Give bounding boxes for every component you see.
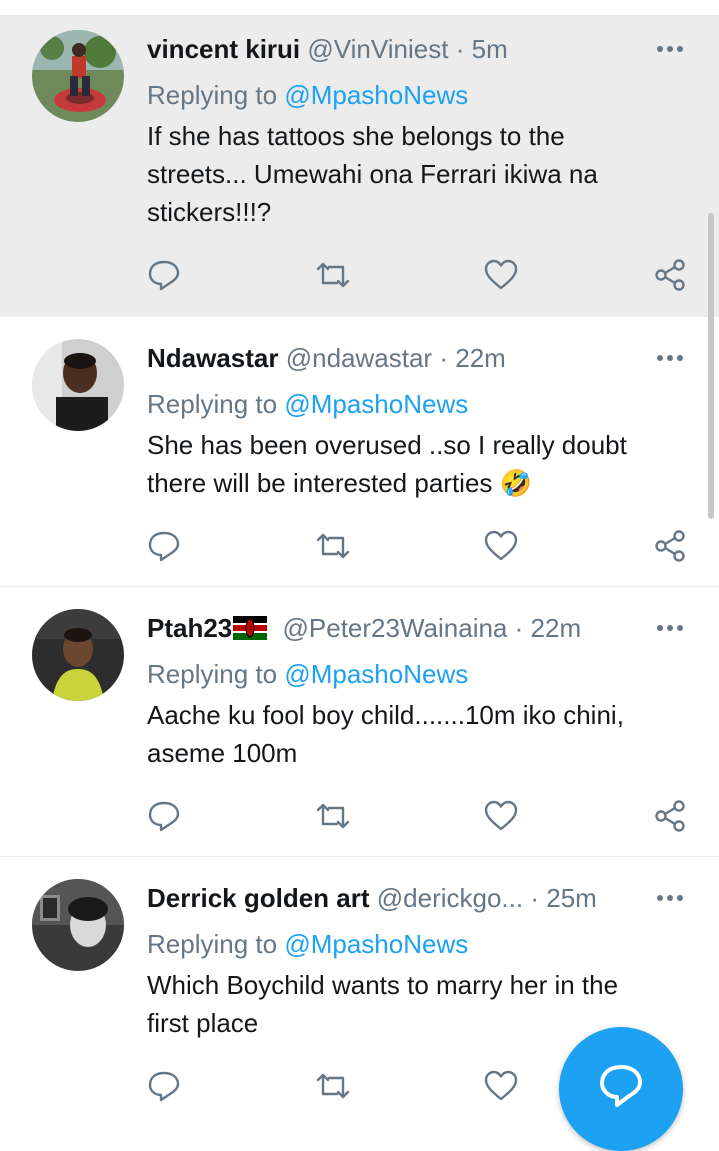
compose-icon [600, 1065, 642, 1107]
tweet-card[interactable]: vincent kirui @VinViniest · 5m Replying … [0, 16, 719, 317]
tweet-text: If she has tattoos she belongs to the st… [147, 117, 692, 231]
more-dots-icon[interactable] [650, 883, 690, 913]
heart-icon[interactable] [483, 257, 519, 293]
mention-link[interactable]: @MpashoNews [284, 929, 468, 959]
replying-to: Replying to @MpashoNews [147, 78, 468, 112]
share-icon[interactable] [652, 257, 688, 293]
timestamp[interactable]: 22m [531, 613, 582, 643]
tweet-text-line: She has been overused ..so I really doub… [147, 430, 627, 460]
display-name[interactable]: Ptah23 [147, 613, 232, 643]
kenya-flag-icon [233, 614, 268, 648]
tweet-text-line: there will be interested parties 🤣 [147, 468, 532, 498]
mention-link[interactable]: @MpashoNews [284, 80, 468, 110]
tweet-text-line: Aache ku fool boy child.......10m iko ch… [147, 700, 624, 730]
reply-icon[interactable] [146, 528, 182, 564]
top-divider [0, 0, 719, 16]
separator: · [530, 883, 539, 913]
tweet-card[interactable]: Ndawastar @ndawastar · 22m Replying to @… [0, 317, 719, 587]
tweet-header: Ptah23 @Peter23Wainaina · 22m [147, 611, 581, 645]
reply-icon[interactable] [146, 798, 182, 834]
display-name[interactable]: Derrick golden art [147, 883, 370, 913]
more-dots-icon[interactable] [650, 343, 690, 373]
tweet-header: Derrick golden art @derickgo... · 25m [147, 881, 597, 915]
username[interactable]: @ndawastar [286, 343, 432, 373]
more-dots-icon[interactable] [650, 613, 690, 643]
timestamp[interactable]: 22m [455, 343, 506, 373]
replying-to: Replying to @MpashoNews [147, 387, 468, 421]
compose-button[interactable] [559, 1027, 683, 1151]
tweet-text-line: If she has tattoos she belongs to the [147, 121, 565, 151]
replying-prefix: Replying to [147, 659, 278, 689]
retweet-icon[interactable] [315, 257, 351, 293]
separator: · [514, 613, 524, 643]
tweet-actions [0, 257, 719, 293]
reply-icon[interactable] [146, 257, 182, 293]
avatar[interactable] [32, 339, 124, 431]
mention-link[interactable]: @MpashoNews [284, 389, 468, 419]
heart-icon[interactable] [483, 1068, 519, 1104]
separator: · [455, 34, 465, 64]
scrollbar[interactable] [708, 213, 714, 519]
separator: · [439, 343, 448, 373]
tweet-text-line: stickers!!!? [147, 197, 272, 227]
timestamp[interactable]: 5m [472, 34, 508, 64]
retweet-icon[interactable] [315, 798, 351, 834]
share-icon[interactable] [652, 798, 688, 834]
avatar[interactable] [32, 30, 124, 122]
tweet-text-line: streets... Umewahi ona Ferrari ikiwa na [147, 159, 598, 189]
avatar[interactable] [32, 609, 124, 701]
replying-prefix: Replying to [147, 929, 278, 959]
replying-to: Replying to @MpashoNews [147, 927, 468, 961]
avatar[interactable] [32, 879, 124, 971]
reply-icon[interactable] [146, 1068, 182, 1104]
tweet-text: She has been overused ..so I really doub… [147, 426, 692, 502]
username[interactable]: @derickgo... [377, 883, 523, 913]
timestamp[interactable]: 25m [546, 883, 597, 913]
username[interactable]: @VinViniest [307, 34, 448, 64]
tweet-text: Aache ku fool boy child.......10m iko ch… [147, 696, 692, 772]
heart-icon[interactable] [483, 528, 519, 564]
display-name[interactable]: Ndawastar [147, 343, 279, 373]
display-name[interactable]: vincent kirui [147, 34, 300, 64]
share-icon[interactable] [652, 528, 688, 564]
retweet-icon[interactable] [315, 528, 351, 564]
retweet-icon[interactable] [315, 1068, 351, 1104]
replying-prefix: Replying to [147, 389, 278, 419]
tweet-text-line: Which Boychild wants to marry her in the [147, 970, 619, 1000]
replying-prefix: Replying to [147, 80, 278, 110]
tweet-header: vincent kirui @VinViniest · 5m [147, 32, 508, 66]
tweet-actions [0, 528, 719, 564]
reply-feed: vincent kirui @VinViniest · 5m Replying … [0, 16, 719, 1102]
tweet-actions [0, 798, 719, 834]
username[interactable]: @Peter23Wainaina [283, 613, 508, 643]
mention-link[interactable]: @MpashoNews [284, 659, 468, 689]
heart-icon[interactable] [483, 798, 519, 834]
replying-to: Replying to @MpashoNews [147, 657, 468, 691]
tweet-header: Ndawastar @ndawastar · 22m [147, 341, 506, 375]
tweet-card[interactable]: Ptah23 @Peter23Wainaina · 22m Replying t… [0, 587, 719, 857]
more-dots-icon[interactable] [650, 34, 690, 64]
tweet-text-line: aseme 100m [147, 738, 298, 768]
